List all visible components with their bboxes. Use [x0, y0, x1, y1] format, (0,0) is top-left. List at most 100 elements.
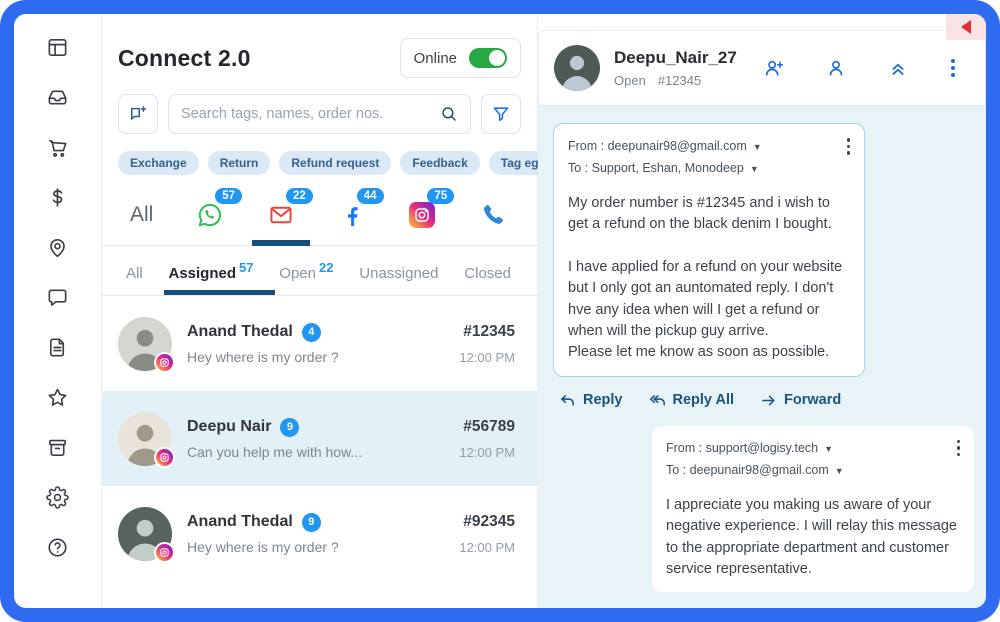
- channel-tabs: All 57 22 44 75: [102, 181, 537, 246]
- new-chat-icon: [128, 104, 148, 124]
- timestamp: 12:00 PM: [459, 540, 515, 555]
- help-icon[interactable]: [46, 536, 69, 559]
- status-tab-closed[interactable]: Closed: [464, 265, 511, 295]
- message-bubble-incoming: From : deepunair98@gmail.com▼ To : Suppo…: [553, 123, 865, 377]
- favorites-icon[interactable]: [46, 386, 69, 409]
- instagram-channel-badge-icon: [154, 542, 175, 563]
- sales-icon[interactable]: [46, 186, 69, 209]
- filter-icon: [491, 104, 511, 124]
- tag-pill[interactable]: Refund request: [279, 151, 391, 175]
- message-from-row[interactable]: From : deepunair98@gmail.com▼: [568, 136, 850, 158]
- chat-thread: From : deepunair98@gmail.com▼ To : Suppo…: [538, 106, 986, 608]
- message-to-row[interactable]: To : Support, Eshan, Monodeep▼: [568, 158, 850, 180]
- conversation-row-selected[interactable]: Deepu Nair 9 Can you help me with how...…: [102, 391, 537, 486]
- documents-icon[interactable]: [46, 336, 69, 359]
- tag-filters: Exchange Return Refund request Feedback …: [102, 151, 537, 175]
- message-text: My order number is #12345 and i wish to …: [568, 193, 850, 364]
- chat-status: Open: [614, 73, 646, 88]
- assign-user-button[interactable]: [763, 57, 785, 79]
- channel-count-badge: 22: [286, 188, 313, 204]
- order-number: #92345: [459, 513, 515, 531]
- message-actions: Reply Reply All Forward: [559, 392, 974, 409]
- chevron-down-icon: ▼: [835, 466, 844, 476]
- status-tab-unassigned[interactable]: Unassigned: [359, 265, 438, 295]
- more-menu-button[interactable]: [949, 57, 957, 79]
- tag-pill[interactable]: Exchange: [118, 151, 199, 175]
- person-plus-icon: [763, 57, 785, 79]
- sidebar: [14, 14, 102, 608]
- message-to-row[interactable]: To : deepunair98@gmail.com▼: [666, 460, 960, 482]
- channel-tab-phone[interactable]: [479, 201, 507, 229]
- whatsapp-icon: [196, 201, 224, 229]
- dashboard-icon[interactable]: [46, 36, 69, 59]
- location-icon[interactable]: [46, 236, 69, 259]
- message-preview: Hey where is my order ?: [187, 539, 459, 555]
- channel-tab-all[interactable]: All: [130, 203, 153, 227]
- search-input[interactable]: [181, 106, 432, 122]
- person-icon: [825, 57, 847, 79]
- online-status-control[interactable]: Online: [400, 38, 521, 78]
- settings-icon[interactable]: [46, 486, 69, 509]
- chevron-down-icon: ▼: [753, 142, 762, 152]
- conversation-row[interactable]: Anand Thedal 4 Hey where is my order ? #…: [102, 296, 537, 391]
- status-tabs: All Assigned57 Open22 Unassigned Closed: [102, 246, 537, 296]
- search-field[interactable]: [168, 94, 471, 134]
- chat-icon[interactable]: [46, 286, 69, 309]
- unread-count-badge: 9: [280, 418, 299, 437]
- cart-icon[interactable]: [46, 136, 69, 159]
- message-text: I appreciate you making us aware of your…: [666, 495, 960, 581]
- chat-contact-handle: Deepu_Nair_27: [614, 48, 763, 68]
- timestamp: 12:00 PM: [459, 350, 515, 365]
- status-tab-open[interactable]: Open22: [279, 260, 333, 295]
- unread-count-badge: 4: [302, 323, 321, 342]
- email-icon: [267, 201, 295, 229]
- online-toggle[interactable]: [469, 48, 507, 68]
- chevron-down-icon: ▼: [824, 444, 833, 454]
- new-conversation-button[interactable]: [118, 94, 158, 134]
- open-count: 22: [319, 260, 333, 275]
- tag-pill[interactable]: Feedback: [400, 151, 479, 175]
- collapse-thread-button[interactable]: [887, 57, 909, 79]
- message-from-row[interactable]: From : support@logisy.tech▼: [666, 438, 960, 460]
- instagram-channel-badge-icon: [154, 352, 175, 373]
- archive-icon[interactable]: [46, 436, 69, 459]
- profile-button[interactable]: [825, 57, 847, 79]
- app-window: Connect 2.0 Online Exchange Return Refun…: [0, 0, 1000, 622]
- instagram-channel-badge-icon: [154, 447, 175, 468]
- conversation-row[interactable]: Anand Thedal 9 Hey where is my order ? #…: [102, 486, 537, 581]
- channel-count-badge: 75: [427, 188, 454, 204]
- chat-ticket-number: #12345: [658, 73, 701, 88]
- chat-header: Deepu_Nair_27 Open #12345: [538, 30, 986, 106]
- channel-tab-email[interactable]: 22: [267, 201, 295, 229]
- message-more-button[interactable]: [955, 438, 963, 459]
- order-number: #56789: [459, 418, 515, 436]
- search-icon: [440, 105, 458, 123]
- channel-count-badge: 44: [357, 188, 384, 204]
- forward-button[interactable]: Forward: [760, 392, 841, 409]
- message-preview: Can you help me with how...: [187, 444, 459, 460]
- channel-tab-facebook[interactable]: 44: [338, 201, 366, 229]
- instagram-icon: [413, 206, 431, 224]
- reply-all-button[interactable]: Reply All: [649, 392, 735, 409]
- timestamp: 12:00 PM: [459, 445, 515, 460]
- chat-panel: Deepu_Nair_27 Open #12345: [538, 14, 986, 608]
- reply-button[interactable]: Reply: [559, 392, 623, 409]
- status-tab-assigned[interactable]: Assigned57: [168, 260, 253, 295]
- collapse-panel-button[interactable]: [946, 14, 986, 40]
- channel-tab-instagram[interactable]: 75: [408, 201, 436, 229]
- forward-arrow-icon: [760, 392, 777, 409]
- inbox-icon[interactable]: [46, 86, 69, 109]
- facebook-icon: [338, 201, 366, 229]
- assigned-count: 57: [239, 260, 253, 275]
- double-chevron-up-icon: [887, 57, 909, 79]
- filter-button[interactable]: [481, 94, 521, 134]
- avatar: [554, 45, 600, 91]
- page-title: Connect 2.0: [118, 45, 251, 72]
- message-more-button[interactable]: [845, 136, 853, 157]
- unread-count-badge: 9: [302, 513, 321, 532]
- status-tab-all[interactable]: All: [126, 265, 143, 295]
- tag-pill[interactable]: Return: [208, 151, 271, 175]
- triangle-left-icon: [961, 20, 971, 34]
- reply-icon: [559, 392, 576, 409]
- channel-tab-whatsapp[interactable]: 57: [196, 201, 224, 229]
